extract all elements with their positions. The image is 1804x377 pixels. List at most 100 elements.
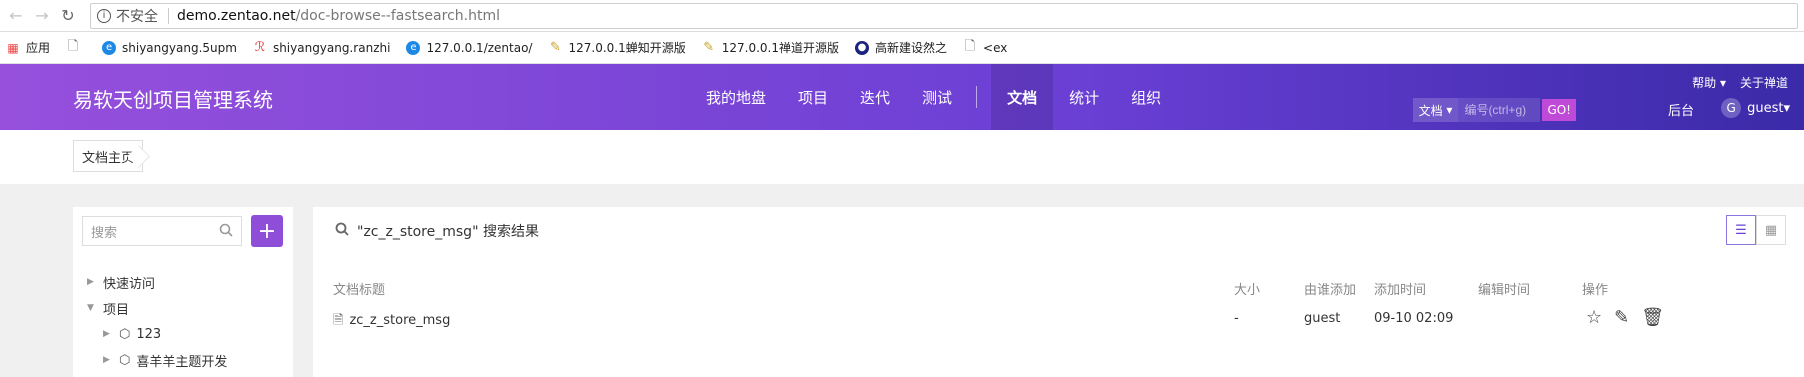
caret-right-icon[interactable]: ▶ [87,277,97,287]
col-title[interactable]: 文档标题 [333,279,385,298]
bookmark-zentao-open[interactable]: ✎ 127.0.0.1禅道开源版 [702,39,839,56]
bookmark-label: 127.0.0.1/zentao/ [426,40,533,55]
search-icon[interactable] [219,223,233,241]
cube-icon: ⬡ [119,352,131,368]
about-link[interactable]: 关于禅道 [1740,74,1788,91]
url-host: demo.zentao.net [177,7,296,24]
app-header: 易软天创项目管理系统 我的地盘 项目 迭代 测试 文档 统计 组织 帮助 ▾ 关… [0,64,1804,130]
list-icon: ☰ [1735,222,1747,238]
nav-divider [976,86,978,108]
bookmark-chanzhi[interactable]: ✎ 127.0.0.1蝉知开源版 [548,39,686,56]
nav-iteration[interactable]: 迭代 [844,64,906,130]
info-icon[interactable]: i [97,8,111,23]
red-logo-icon: ℛ [254,40,266,55]
doc-title-link[interactable]: 🗎 zc_z_store_msg [333,311,450,333]
document-icon: 🗎 [333,313,344,328]
tree-item-project[interactable]: ▼ 项目 [87,295,227,321]
col-size[interactable]: 大小 [1234,279,1260,298]
caret-right-icon[interactable]: ▶ [103,355,113,365]
reload-icon[interactable]: ↻ [58,6,78,26]
col-added-by[interactable]: 由谁添加 [1304,279,1356,298]
address-bar[interactable]: i 不安全 demo.zentao.net/doc-browse--fastse… [90,2,1798,29]
doc-added-by: guest [1304,311,1341,326]
tree-item-label: 123 [136,326,162,342]
col-edited-time[interactable]: 编辑时间 [1478,279,1530,298]
search-input[interactable] [1458,98,1541,122]
url-path: /doc-browse--fastsearch.html [295,7,500,24]
bookmark-ranzhi[interactable]: ℛ shiyangyang.ranzhi [253,40,391,55]
user-name: guest [1747,100,1784,116]
bookmark-zentao-local[interactable]: e 127.0.0.1/zentao/ [406,40,533,55]
star-icon[interactable]: ☆ [1586,307,1602,328]
cube-icon: ⬡ [119,326,131,342]
sub-header: 文档主页 [0,130,1804,184]
nav-doc[interactable]: 文档 [991,64,1054,130]
tree-item-xiyangyang[interactable]: ▶ ⬡ 喜羊羊主题开发 [87,347,227,373]
main-nav: 我的地盘 项目 迭代 测试 文档 统计 组织 [690,64,1177,130]
page-icon: 🗋 [964,38,976,54]
security-label: 不安全 [116,8,158,25]
tree-item-label: 项目 [103,302,130,318]
bookmark-ex[interactable]: 🗋 <ex [963,38,1008,55]
doc-sidebar: 搜索 + ▶ 快速访问 ▼ 项目 ▶ ⬡ 123 ▶ ⬡ 喜羊羊主题开发 [73,207,293,377]
edit-icon[interactable]: ✎ [1614,307,1629,328]
search-type-select[interactable]: 文档 ▾ [1412,98,1459,122]
caret-down-icon: ▾ [1446,103,1453,117]
edit-icon: ✎ [550,40,561,55]
search-placeholder: 搜索 [91,225,118,241]
bookmark-5upm[interactable]: e shiyangyang.5upm [102,40,237,55]
bookmark-label: 应用 [26,41,51,55]
go-button[interactable]: GO! [1542,99,1576,121]
separator [168,7,169,24]
add-doc-button[interactable]: + [251,215,283,247]
nav-my[interactable]: 我的地盘 [690,64,782,130]
grid-icon: ▦ [1764,222,1778,238]
results-heading: "zc_z_store_msg" 搜索结果 [335,221,539,241]
bookmark-label: shiyangyang.ranzhi [272,40,391,55]
bookmark-gaoxin[interactable]: ● 高新建设然之 [855,39,947,56]
nav-org[interactable]: 组织 [1115,64,1177,130]
page-icon: 🗋 [67,38,79,54]
blue-logo-icon: e [102,40,117,55]
search-icon [335,222,349,240]
col-actions: 操作 [1582,283,1609,298]
help-menu[interactable]: 帮助 ▾ [1692,74,1726,91]
caret-right-icon[interactable]: ▶ [103,329,113,339]
blue-logo-icon: e [406,40,421,55]
breadcrumb-label: 文档主页 [82,150,135,166]
search-type-label: 文档 [1418,103,1443,118]
tree-item-quick-access[interactable]: ▶ 快速访问 [87,269,227,295]
bookmark-label: 高新建设然之 [875,41,948,55]
nav-test[interactable]: 测试 [906,64,968,130]
col-added-time[interactable]: 添加时间 [1374,279,1426,298]
bookmark-apps[interactable]: ▦ 应用 [6,39,50,56]
doc-title: zc_z_store_msg [349,313,451,328]
caret-down-icon[interactable]: ▼ [87,303,97,313]
grid-view-button[interactable]: ▦ [1756,215,1786,245]
nav-stats[interactable]: 统计 [1053,64,1115,130]
avatar: G [1721,98,1742,118]
results-title: "zc_z_store_msg" 搜索结果 [357,224,539,240]
top-links: 帮助 ▾ 关于禅道 [1692,74,1788,91]
sidebar-search-input[interactable]: 搜索 [82,216,242,246]
tree-item-123[interactable]: ▶ ⬡ 123 [87,321,227,347]
tree-item-label: 快速访问 [103,276,156,292]
user-menu[interactable]: G guest ▾ [1721,98,1790,118]
forward-arrow-icon[interactable]: → [32,6,52,26]
trash-icon[interactable]: 🗑 [1641,307,1664,328]
caret-down-icon: ▾ [1719,76,1726,90]
breadcrumb[interactable]: 文档主页 [73,140,144,172]
dark-logo-icon: ● [855,40,869,55]
bookmark-blank[interactable]: 🗋 [66,38,86,55]
admin-link[interactable]: 后台 [1668,100,1694,119]
tree-item-label: 喜羊羊主题开发 [136,354,228,370]
nav-project[interactable]: 项目 [782,64,844,130]
bookmarks-bar: ▦ 应用 🗋 e shiyangyang.5upm ℛ shiyangyang.… [0,32,1804,64]
search-results-panel: "zc_z_store_msg" 搜索结果 ☰ ▦ 文档标题 大小 由谁添加 添… [313,207,1804,377]
help-label: 帮助 [1692,76,1717,90]
back-arrow-icon[interactable]: ← [6,6,26,26]
list-view-button[interactable]: ☰ [1726,215,1756,245]
doc-tree: ▶ 快速访问 ▼ 项目 ▶ ⬡ 123 ▶ ⬡ 喜羊羊主题开发 [87,269,227,373]
browser-toolbar: ← → ↻ i 不安全 demo.zentao.net/doc-browse--… [0,0,1804,32]
brand-title[interactable]: 易软天创项目管理系统 [73,84,273,113]
